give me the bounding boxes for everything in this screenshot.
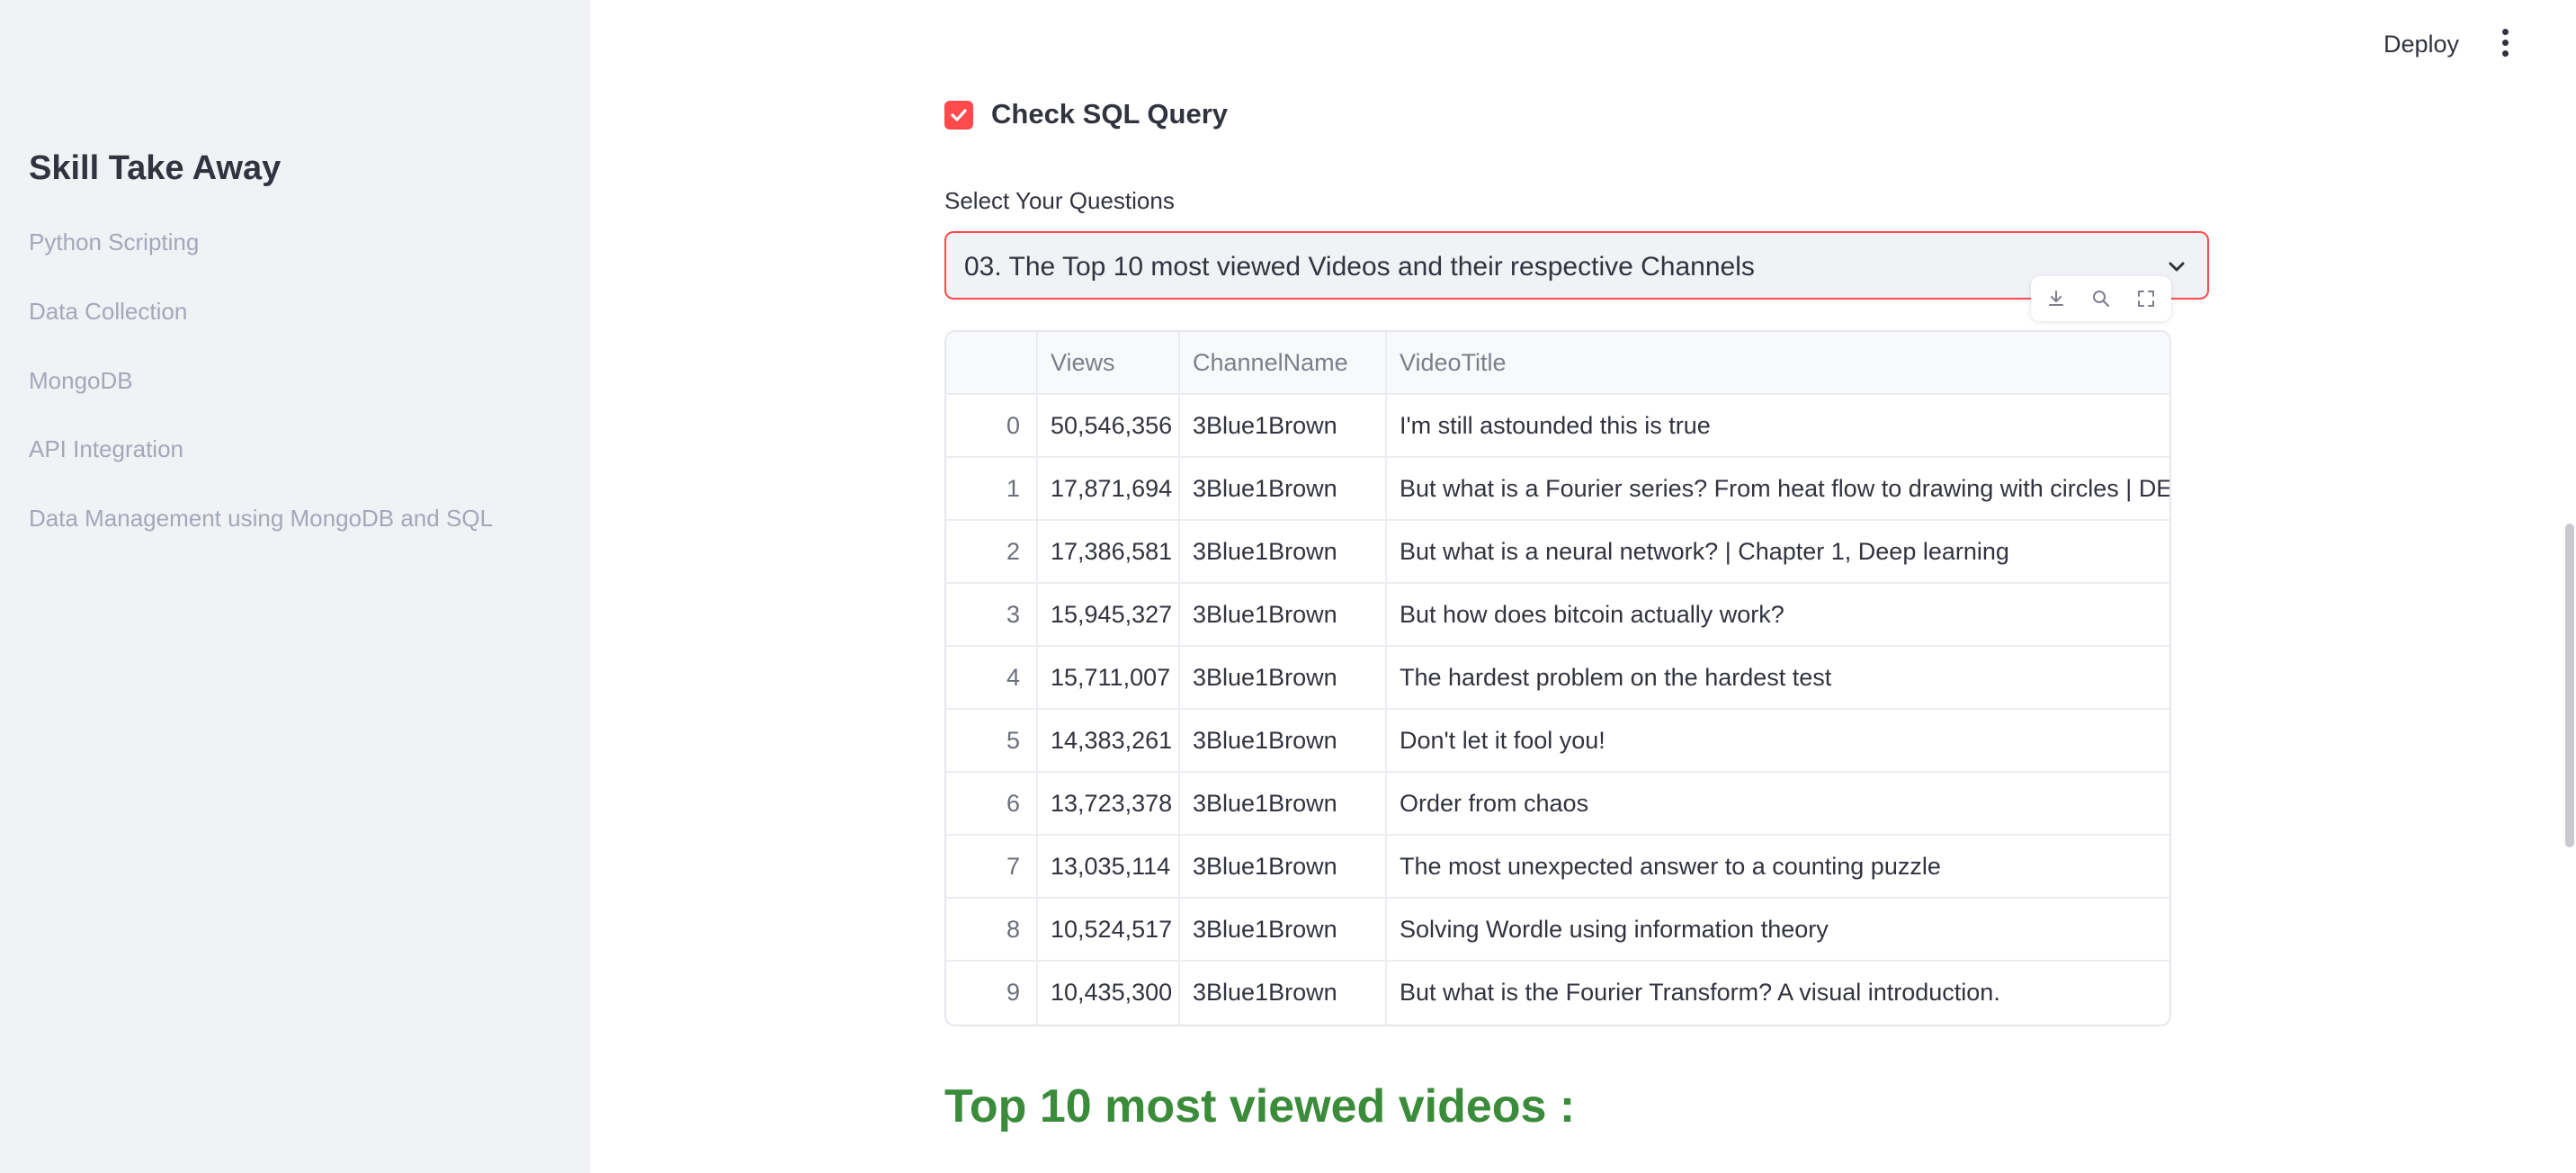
download-icon[interactable] (2045, 288, 2067, 309)
header-cell-index[interactable] (946, 332, 1038, 395)
sidebar-item-api-integration[interactable]: API Integration (29, 435, 183, 463)
sidebar-title: Skill Take Away (29, 149, 282, 187)
cell-views[interactable]: 50,546,356 (1038, 395, 1180, 458)
table-row[interactable]: 5 14,383,261 3Blue1Brown Don't let it fool … (946, 710, 2169, 773)
selected-question: 03. The Top 10 most viewed Videos and th… (964, 252, 1755, 282)
cell-index[interactable]: 9 (946, 962, 1038, 1025)
cell-views[interactable]: 15,711,007 (1038, 647, 1180, 710)
table-row[interactable]: 7 13,035,114 3Blue1Brown The most unexpecte… (946, 836, 2169, 899)
check-sql-query-checkbox[interactable] (944, 101, 973, 130)
sidebar-item-mongodb[interactable]: MongoDB (29, 367, 133, 395)
search-icon[interactable] (2090, 288, 2112, 309)
cell-channelname[interactable]: 3Blue1Brown (1180, 710, 1387, 773)
cell-views[interactable]: 10,435,300 (1038, 962, 1180, 1025)
data-table[interactable]: Views ChannelName VideoTitle 0 50,546,356… (944, 330, 2171, 1026)
deploy-button[interactable]: Deploy (2384, 31, 2459, 58)
cell-index[interactable]: 4 (946, 647, 1038, 710)
cell-videotitle[interactable]: Solving Wordle using information theory (1387, 899, 2169, 962)
cell-videotitle[interactable]: But how does bitcoin actually work? (1387, 584, 2169, 647)
cell-videotitle[interactable]: But what is a Fourier series? From heat … (1387, 458, 2169, 521)
table-row[interactable]: 1 17,871,694 3Blue1Brown But what is a Four… (946, 458, 2169, 521)
table-row[interactable]: 2 17,386,581 3Blue1Brown But what is a neur… (946, 521, 2169, 584)
sidebar-item-data-collection[interactable]: Data Collection (29, 298, 187, 326)
cell-channelname[interactable]: 3Blue1Brown (1180, 899, 1387, 962)
scrollbar-thumb[interactable] (2565, 524, 2574, 847)
header-cell-videotitle[interactable]: VideoTitle (1387, 332, 2169, 395)
cell-views[interactable]: 15,945,327 (1038, 584, 1180, 647)
cell-views[interactable]: 14,383,261 (1038, 710, 1180, 773)
cell-videotitle[interactable]: But what is a neural network? | Chapter … (1387, 521, 2169, 584)
cell-channelname[interactable]: 3Blue1Brown (1180, 458, 1387, 521)
select-questions-label: Select Your Questions (944, 187, 1175, 214)
table-toolbar (2031, 276, 2171, 321)
table-row[interactable]: 0 50,546,356 3Blue1Brown I'm still astounde… (946, 395, 2169, 458)
cell-videotitle[interactable]: The most unexpected answer to a counting… (1387, 836, 2169, 899)
checkmark-icon (951, 109, 967, 121)
sidebar-item-python-scripting[interactable]: Python Scripting (29, 228, 199, 256)
check-sql-query-label: Check SQL Query (991, 98, 1229, 130)
cell-views[interactable]: 17,386,581 (1038, 521, 1180, 584)
cell-videotitle[interactable]: The hardest problem on the hardest test (1387, 647, 2169, 710)
cell-views[interactable]: 10,524,517 (1038, 899, 1180, 962)
table-row[interactable]: 3 15,945,327 3Blue1Brown But how does bitco… (946, 584, 2169, 647)
cell-index[interactable]: 3 (946, 584, 1038, 647)
cell-videotitle[interactable]: Order from chaos (1387, 773, 2169, 836)
cell-views[interactable]: 17,871,694 (1038, 458, 1180, 521)
chevron-down-icon (2169, 262, 2185, 272)
cell-views[interactable]: 13,035,114 (1038, 836, 1180, 899)
cell-index[interactable]: 7 (946, 836, 1038, 899)
table-row[interactable]: 8 10,524,517 3Blue1Brown Solving Wordle usi… (946, 899, 2169, 962)
cell-channelname[interactable]: 3Blue1Brown (1180, 647, 1387, 710)
cell-channelname[interactable]: 3Blue1Brown (1180, 773, 1387, 836)
cell-channelname[interactable]: 3Blue1Brown (1180, 584, 1387, 647)
fullscreen-icon[interactable] (2135, 288, 2157, 309)
cell-channelname[interactable]: 3Blue1Brown (1180, 836, 1387, 899)
sidebar-item-data-management[interactable]: Data Management using MongoDB and SQL (29, 505, 493, 533)
section-title: Top 10 most viewed videos : (944, 1080, 1576, 1133)
table-header-row: Views ChannelName VideoTitle (946, 332, 2169, 395)
cell-videotitle[interactable]: Don't let it fool you! (1387, 710, 2169, 773)
cell-videotitle[interactable]: But what is the Fourier Transform? A vis… (1387, 962, 2169, 1025)
cell-videotitle[interactable]: I'm still astounded this is true (1387, 395, 2169, 458)
header-cell-views[interactable]: Views (1038, 332, 1180, 395)
cell-index[interactable]: 8 (946, 899, 1038, 962)
table-row[interactable]: 4 15,711,007 3Blue1Brown The hardest proble… (946, 647, 2169, 710)
kebab-menu-icon[interactable] (2494, 29, 2516, 65)
cell-views[interactable]: 13,723,378 (1038, 773, 1180, 836)
cell-index[interactable]: 6 (946, 773, 1038, 836)
cell-channelname[interactable]: 3Blue1Brown (1180, 395, 1387, 458)
cell-index[interactable]: 2 (946, 521, 1038, 584)
cell-channelname[interactable]: 3Blue1Brown (1180, 962, 1387, 1025)
table-row[interactable]: 9 10,435,300 3Blue1Brown But what is the Fo… (946, 962, 2169, 1025)
table-row[interactable]: 6 13,723,378 3Blue1Brown Order from chaos (946, 773, 2169, 836)
header-cell-channelname[interactable]: ChannelName (1180, 332, 1387, 395)
cell-index[interactable]: 0 (946, 395, 1038, 458)
cell-index[interactable]: 1 (946, 458, 1038, 521)
cell-index[interactable]: 5 (946, 710, 1038, 773)
questions-select[interactable]: 03. The Top 10 most viewed Videos and th… (944, 231, 2209, 300)
sidebar: Skill Take Away Python Scripting Data Co… (0, 0, 590, 1173)
cell-channelname[interactable]: 3Blue1Brown (1180, 521, 1387, 584)
